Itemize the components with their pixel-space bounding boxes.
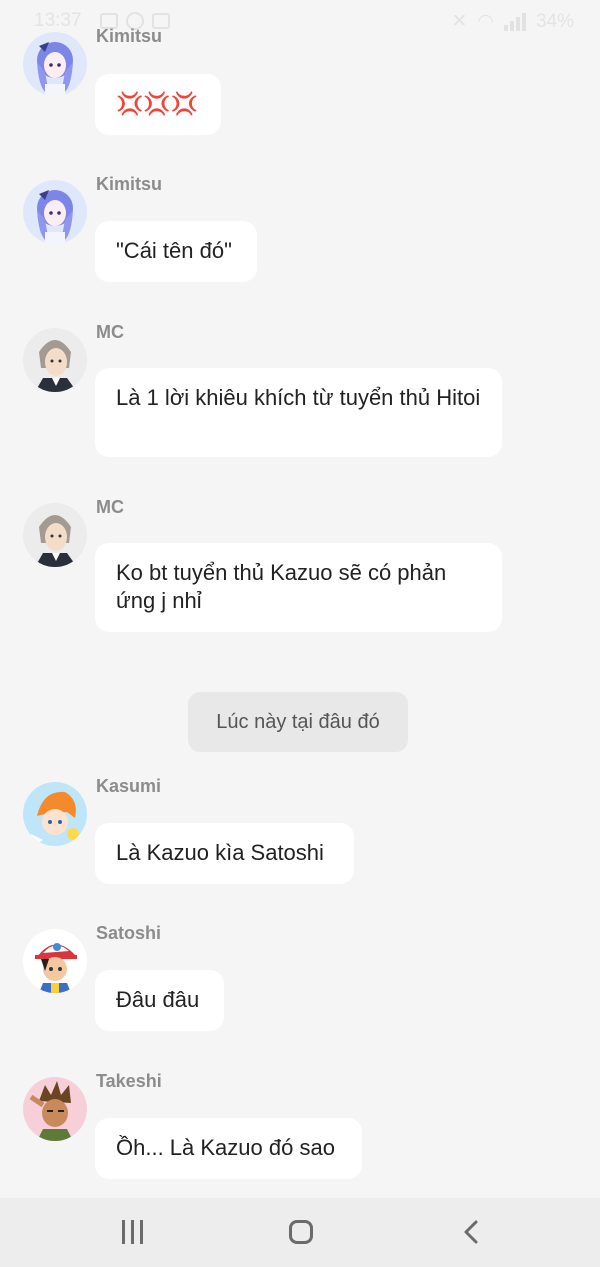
wifi-icon: ◠ [477,11,494,32]
back-icon[interactable] [458,1218,486,1246]
takeshi-avatar[interactable] [23,1077,87,1141]
mc-avatar[interactable] [23,503,87,567]
sender-name: MC [96,497,124,517]
status-right-icons: ✕ ◠ 34% [451,10,574,33]
sender-name: Kasumi [96,776,162,796]
kimitsu-avatar[interactable] [23,32,87,96]
message-bubble[interactable]: Là Kazuo kìa Satoshi [95,823,354,884]
status-bar: 13:37 ✕ ◠ 34% [0,0,600,44]
status-time: 13:37 [34,10,82,31]
sender-name: Kimitsu [96,174,163,194]
signal-icon [503,12,526,31]
recents-icon[interactable] [122,1220,143,1244]
home-icon[interactable] [289,1220,313,1244]
mute-icon: ✕ [451,11,468,32]
narration-label: Lúc này tại đâu đó [188,692,408,752]
message-bubble[interactable]: Ko bt tuyển thủ Kazuo sẽ có phản ứng j n… [95,543,502,632]
sender-name: Takeshi [96,1071,162,1091]
sender-name: MC [96,322,124,342]
message-bubble[interactable]: 💢💢💢 [95,74,221,135]
sender-name: Satoshi [96,923,162,943]
message-bubble[interactable]: Là 1 lời khiêu khích từ tuyển thủ Hitoi [95,368,502,457]
message-bubble[interactable]: Ồh... Là Kazuo đó sao [95,1118,362,1179]
sender-name: Kimitsu [96,26,163,46]
battery-percent: 34% [535,10,574,32]
mc-avatar[interactable] [23,328,87,392]
message-bubble[interactable]: "Cái tên đó" [95,221,257,282]
system-navigation-bar [0,1198,600,1267]
kasumi-avatar[interactable] [23,782,87,846]
satoshi-avatar[interactable] [23,929,87,993]
kimitsu-avatar[interactable] [23,180,87,244]
message-bubble[interactable]: Đâu đâu [95,970,224,1031]
